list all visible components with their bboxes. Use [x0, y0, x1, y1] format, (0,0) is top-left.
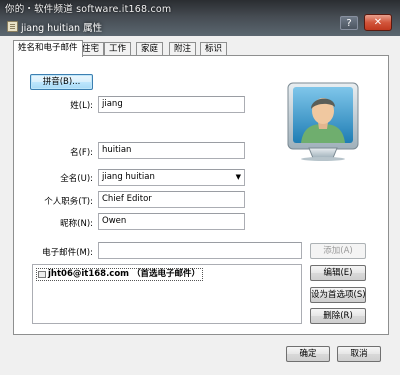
tab-family[interactable]: 家庭 [136, 42, 164, 56]
watermark-text: 你的・软件频道 software.it168.com [5, 4, 172, 15]
nickname-label: 昵称(N): [60, 219, 93, 229]
email-input[interactable] [98, 242, 302, 259]
list-item[interactable]: jht06@it168.com （首选电子邮件） [36, 268, 204, 281]
contact-photo[interactable] [287, 82, 359, 162]
email-label: 电子邮件(M): [42, 248, 93, 258]
full-name-value: jiang huitian [102, 172, 155, 182]
email-item-text: jht06@it168.com （首选电子邮件） [48, 269, 201, 279]
nickname-field[interactable]: Owen [98, 213, 245, 230]
edit-email-button[interactable]: 编辑(E) [310, 265, 366, 281]
job-title-label: 个人职务(T): [44, 197, 93, 207]
phonetic-button[interactable]: 拼音(B)... [30, 74, 93, 90]
delete-email-button[interactable]: 删除(R) [310, 308, 366, 324]
window-title: jiang huitian 属性 [21, 23, 103, 34]
title-bar[interactable]: 你的・软件频道 software.it168.com jiang huitian… [0, 0, 400, 36]
cancel-button[interactable]: 取消 [337, 346, 381, 362]
last-name-label: 姓(L): [70, 101, 93, 111]
full-name-dropdown[interactable]: jiang huitian ▼ [98, 169, 245, 186]
first-name-field[interactable]: huitian [98, 142, 245, 159]
set-default-button[interactable]: 设为首选项(S) [310, 287, 366, 303]
job-title-field[interactable]: Chief Editor [98, 191, 245, 208]
tab-work[interactable]: 工作 [104, 42, 132, 56]
add-email-button[interactable]: 添加(A) [310, 243, 366, 259]
tab-notes[interactable]: 附注 [169, 42, 197, 56]
full-name-label: 全名(U): [60, 174, 93, 184]
tab-name-email[interactable]: 姓名和电子邮件 [13, 40, 83, 57]
chevron-down-icon[interactable]: ▼ [236, 170, 241, 185]
ok-button[interactable]: 确定 [286, 346, 330, 362]
last-name-field[interactable]: jiang [98, 96, 245, 113]
first-name-label: 名(F): [70, 148, 93, 158]
tab-ids[interactable]: 标识 [200, 42, 228, 56]
close-button[interactable]: ✕ [364, 14, 392, 31]
contact-card-icon [7, 21, 18, 32]
email-list[interactable]: jht06@it168.com （首选电子邮件） [32, 264, 302, 324]
help-button[interactable]: ? [340, 16, 358, 30]
email-card-icon [38, 271, 46, 278]
person-avatar-icon [287, 82, 359, 161]
